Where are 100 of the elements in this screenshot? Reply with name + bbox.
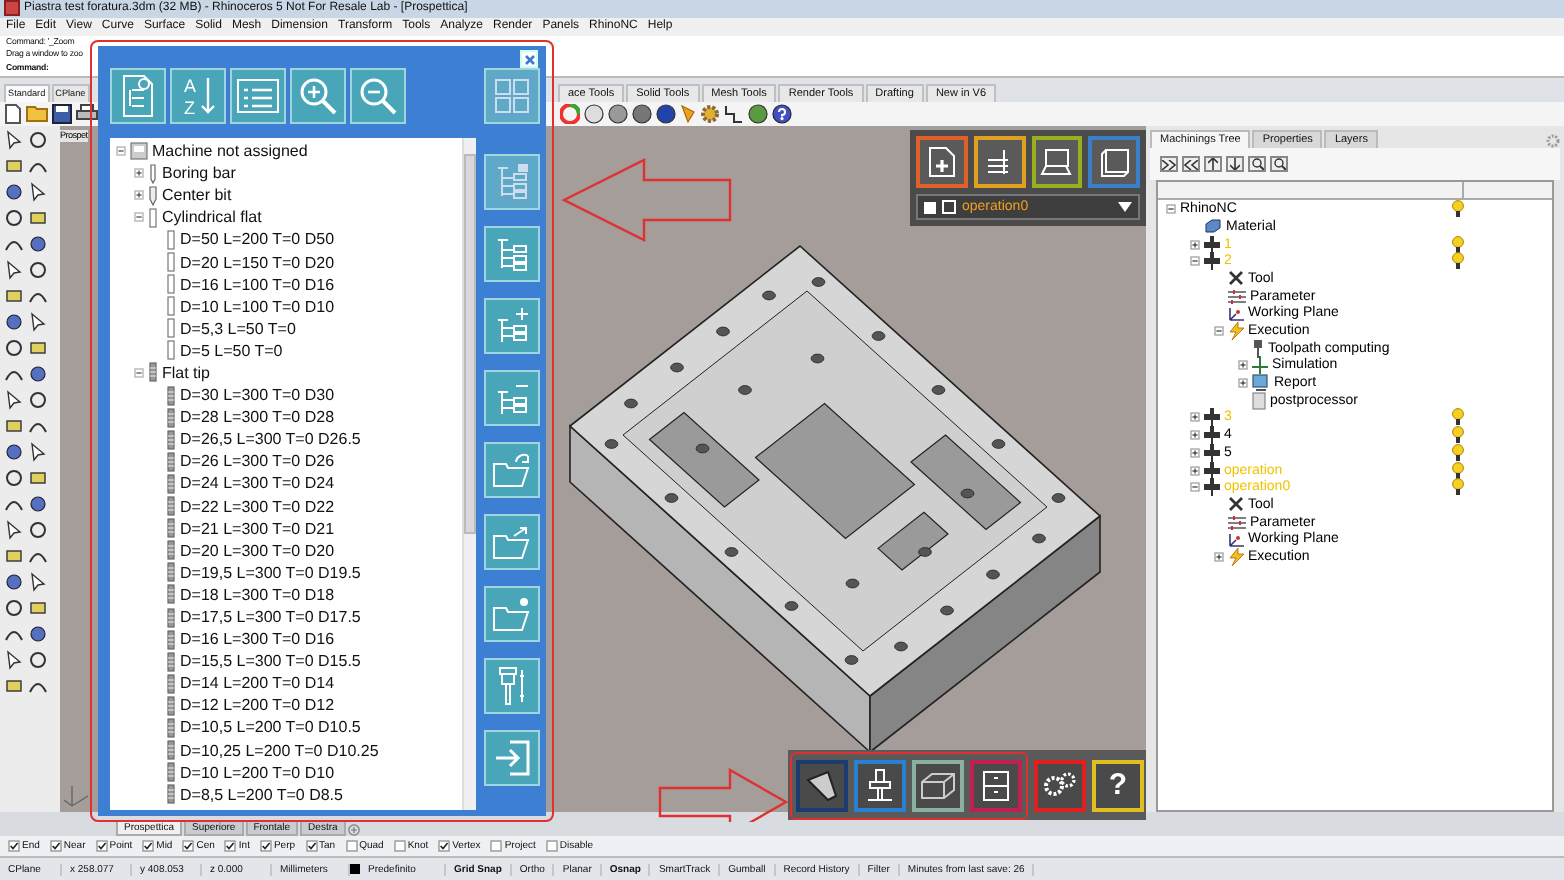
osnap-checkbox[interactable] bbox=[8, 840, 20, 853]
light-bulb-icon[interactable] bbox=[1452, 426, 1464, 445]
osnap-checkbox[interactable] bbox=[182, 840, 195, 853]
help-icon[interactable] bbox=[772, 103, 792, 124]
osnap-checkbox[interactable] bbox=[345, 840, 358, 853]
print-icon[interactable] bbox=[76, 103, 98, 124]
drawing-tool-icon[interactable] bbox=[4, 182, 24, 203]
tree-item[interactable]: D=24 L=300 T=0 D24 bbox=[180, 474, 335, 493]
tree-toggle-icon[interactable] bbox=[1190, 465, 1200, 476]
drawing-tool-icon[interactable] bbox=[28, 364, 48, 385]
tree-toggle-icon[interactable] bbox=[1190, 482, 1200, 493]
drawing-tool-icon[interactable] bbox=[4, 156, 24, 177]
settings-button[interactable] bbox=[1034, 759, 1086, 812]
tree-toggle-icon[interactable] bbox=[134, 212, 144, 223]
cutter-button[interactable] bbox=[796, 759, 848, 812]
tree-item[interactable]: D=10 L=100 T=0 D10 bbox=[180, 297, 335, 316]
osnap-checkbox[interactable] bbox=[438, 840, 451, 853]
osnap-checkbox[interactable] bbox=[259, 840, 272, 853]
collapse-all-button[interactable] bbox=[1182, 156, 1200, 173]
tree-toggle-icon[interactable] bbox=[134, 367, 144, 378]
tree-item[interactable]: D=10,25 L=200 T=0 D10.25 bbox=[180, 741, 379, 760]
drawing-tool-icon[interactable] bbox=[28, 130, 48, 151]
globe-icon[interactable] bbox=[748, 103, 768, 124]
help-button[interactable]: ? bbox=[1092, 759, 1144, 812]
move-down-button[interactable] bbox=[1226, 156, 1244, 173]
save-icon[interactable] bbox=[52, 103, 72, 124]
tree-item[interactable]: D=5,3 L=50 T=0 bbox=[180, 319, 296, 338]
tree-toggle-icon[interactable] bbox=[1190, 239, 1200, 250]
tree-toggle-icon[interactable] bbox=[1214, 326, 1224, 337]
cabinet-button[interactable] bbox=[970, 759, 1022, 812]
tree-item[interactable]: Boring bar bbox=[162, 164, 236, 183]
tree-item[interactable]: D=19,5 L=300 T=0 D19.5 bbox=[180, 563, 361, 582]
render-sphere-icon[interactable] bbox=[608, 103, 628, 124]
tool-stack-button[interactable] bbox=[973, 136, 1025, 189]
drawing-tool-icon[interactable] bbox=[28, 234, 48, 255]
add-tab-icon[interactable] bbox=[347, 824, 360, 837]
remove-node-button[interactable] bbox=[484, 370, 540, 426]
tool-length-button[interactable] bbox=[484, 658, 540, 714]
scrollbar[interactable] bbox=[462, 138, 476, 810]
tree-item[interactable]: Center bit bbox=[162, 186, 232, 205]
tree-toggle-icon[interactable] bbox=[1190, 430, 1200, 441]
drawing-tool-icon[interactable] bbox=[28, 468, 48, 489]
drawing-tool-icon[interactable] bbox=[28, 338, 48, 359]
drawing-tool-icon[interactable] bbox=[28, 390, 48, 411]
tree-item[interactable]: Cylindrical flat bbox=[162, 208, 262, 227]
gear-icon[interactable] bbox=[700, 103, 720, 124]
connector-icon[interactable] bbox=[724, 103, 744, 124]
tree-toggle-icon[interactable] bbox=[116, 146, 126, 157]
drawing-tool-icon[interactable] bbox=[28, 442, 48, 463]
drawing-tool-icon[interactable] bbox=[28, 494, 48, 515]
light-bulb-icon[interactable] bbox=[1452, 235, 1464, 254]
tree-item[interactable]: Flat tip bbox=[162, 363, 211, 382]
light-bulb-icon[interactable] bbox=[1452, 461, 1464, 480]
report-button[interactable] bbox=[110, 68, 166, 124]
drawing-tool-icon[interactable] bbox=[28, 312, 48, 333]
render-sphere-icon[interactable] bbox=[584, 103, 604, 124]
render-sphere-icon[interactable] bbox=[632, 103, 652, 124]
drawing-tool-icon[interactable] bbox=[28, 520, 48, 541]
new-file-icon[interactable] bbox=[4, 103, 22, 124]
stock-button[interactable] bbox=[912, 759, 964, 812]
drawing-tool-icon[interactable] bbox=[28, 572, 48, 593]
tree-toggle-icon[interactable] bbox=[1214, 551, 1224, 562]
spindle-button[interactable] bbox=[854, 759, 906, 812]
add-node-button[interactable] bbox=[484, 298, 540, 354]
tree-toggle-icon[interactable] bbox=[1166, 204, 1176, 215]
drawing-tool-icon[interactable] bbox=[4, 260, 24, 281]
tree-item[interactable]: D=12 L=200 T=0 D12 bbox=[180, 696, 335, 715]
tree-item[interactable]: D=16 L=100 T=0 D16 bbox=[180, 275, 335, 294]
light-bulb-icon[interactable] bbox=[1452, 252, 1464, 271]
drawing-tool-icon[interactable] bbox=[4, 338, 24, 359]
new-folder-button[interactable] bbox=[484, 586, 540, 642]
drawing-tool-icon[interactable] bbox=[28, 182, 48, 203]
tree-item[interactable]: Machine not assigned bbox=[152, 142, 308, 161]
drawing-tool-icon[interactable] bbox=[4, 468, 24, 489]
tree-toggle-icon[interactable] bbox=[1190, 447, 1200, 458]
close-button[interactable] bbox=[520, 50, 538, 68]
tree-item[interactable]: D=14 L=200 T=0 D14 bbox=[180, 674, 335, 693]
drawing-tool-icon[interactable] bbox=[4, 208, 24, 229]
drawing-tool-icon[interactable] bbox=[4, 390, 24, 411]
osnap-checkbox[interactable] bbox=[49, 840, 62, 853]
tree-view-button[interactable] bbox=[484, 226, 540, 282]
tree-item[interactable]: D=30 L=300 T=0 D30 bbox=[180, 386, 335, 405]
osnap-checkbox[interactable] bbox=[393, 840, 406, 853]
tree-item[interactable]: D=21 L=300 T=0 D21 bbox=[180, 519, 335, 538]
tree-toggle-icon[interactable] bbox=[1190, 412, 1200, 423]
plane-button[interactable] bbox=[1088, 136, 1140, 189]
tree-item[interactable]: D=17,5 L=300 T=0 D17.5 bbox=[180, 608, 361, 627]
tree-toggle-icon[interactable] bbox=[134, 190, 144, 201]
light-bulb-icon[interactable] bbox=[1452, 478, 1464, 497]
exit-button[interactable] bbox=[484, 730, 540, 786]
drawing-tool-icon[interactable] bbox=[4, 520, 24, 541]
tree-item[interactable]: D=10,5 L=200 T=0 D10.5 bbox=[180, 718, 361, 737]
osnap-checkbox[interactable] bbox=[142, 840, 155, 853]
drawing-tool-icon[interactable] bbox=[4, 286, 24, 307]
tree-item[interactable]: D=20 L=150 T=0 D20 bbox=[180, 253, 335, 272]
move-up-button[interactable] bbox=[1204, 156, 1222, 173]
tree-item[interactable]: D=50 L=200 T=0 D50 bbox=[180, 230, 335, 249]
drawing-tool-icon[interactable] bbox=[4, 676, 24, 697]
scrollbar-thumb[interactable] bbox=[464, 154, 476, 534]
osnap-checkbox[interactable] bbox=[490, 840, 503, 853]
